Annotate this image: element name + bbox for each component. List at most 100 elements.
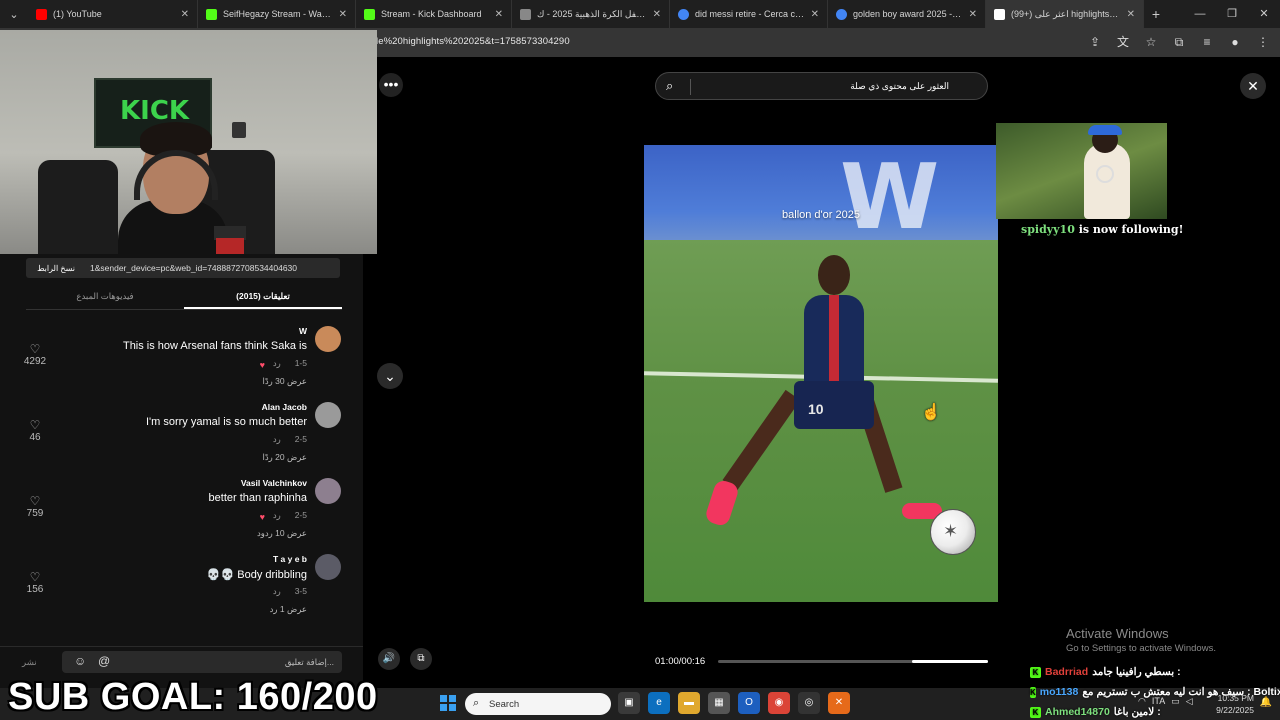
- tab-youtube[interactable]: (1) YouTube ✕: [28, 0, 198, 28]
- reply-button[interactable]: رد: [273, 434, 281, 445]
- comment-date: 3-5: [294, 586, 307, 596]
- close-player-button[interactable]: ✕: [1240, 73, 1266, 99]
- chrome-icon[interactable]: ◉: [768, 692, 790, 714]
- tab-kick-dashboard[interactable]: Stream - Kick Dashboard ✕: [356, 0, 512, 28]
- minimize-icon[interactable]: —: [1184, 0, 1216, 28]
- restore-icon[interactable]: ❐: [1216, 0, 1248, 28]
- close-icon[interactable]: ✕: [653, 9, 661, 20]
- picture-in-picture-icon[interactable]: ⧉: [410, 648, 432, 670]
- search-placeholder: العثور على محتوى ذي صلة: [850, 81, 949, 91]
- view-replies-button[interactable]: عرض 20 ردًا: [263, 452, 308, 463]
- avatar[interactable]: [315, 478, 341, 504]
- close-icon[interactable]: ✕: [339, 9, 347, 20]
- related-search-input[interactable]: ⌕ العثور على محتوى ذي صلة: [655, 72, 988, 100]
- emoji-icon[interactable]: ☺: [74, 654, 86, 668]
- reply-button[interactable]: رد: [273, 510, 281, 521]
- comment-username[interactable]: W: [299, 326, 307, 336]
- shorts-number: 10: [808, 401, 824, 417]
- browser-tab-strip: ⌄ (1) YouTube ✕ SeifHegazy Stream - Watc…: [0, 0, 1280, 28]
- tab-search-button[interactable]: ⌄: [0, 0, 28, 28]
- comment-item: W This is how Arsenal fans think Saka is…: [0, 326, 363, 402]
- url-field[interactable]: le%20highlights%202025&t=1758573304290: [376, 36, 570, 47]
- heart-icon[interactable]: ♡: [28, 418, 42, 432]
- media-icon[interactable]: ≡: [1198, 32, 1216, 52]
- close-icon[interactable]: ✕: [495, 9, 503, 20]
- tab-title: (99+) اعثر على highlights 2025': [1011, 8, 1121, 19]
- tab-golden-boy-search[interactable]: golden boy award 2025 - Cerca ✕: [828, 0, 986, 28]
- progress-bar[interactable]: [718, 660, 988, 663]
- comment-placeholder: إضافة تعليق...: [284, 657, 334, 667]
- comment-input[interactable]: ☺ @ إضافة تعليق...: [62, 651, 342, 673]
- share-link-row: نسخ الرابط 1&sender_device=pc&web_id=748…: [26, 258, 340, 278]
- avatar[interactable]: [315, 326, 341, 352]
- file-explorer-icon[interactable]: ▬: [678, 692, 700, 714]
- close-icon[interactable]: ✕: [1127, 9, 1135, 20]
- new-tab-button[interactable]: +: [1144, 6, 1168, 22]
- profile-avatar[interactable]: ●: [1226, 32, 1244, 52]
- view-replies-button[interactable]: عرض 30 ردًا: [263, 376, 308, 387]
- comment-text: I'm sorry yamal is so much better: [145, 416, 307, 428]
- install-icon[interactable]: ⇪: [1086, 32, 1104, 52]
- comments-panel: نسخ الرابط 1&sender_device=pc&web_id=748…: [0, 254, 363, 720]
- menu-icon[interactable]: ⋮: [1254, 32, 1272, 52]
- close-icon[interactable]: ✕: [181, 9, 189, 20]
- tab-title: did messi retire - Cerca con Go: [695, 9, 805, 19]
- close-window-icon[interactable]: ✕: [1248, 0, 1280, 28]
- chat-message: K Badrriad بسطي رافينيا جامد :: [1030, 662, 1280, 682]
- app-icon[interactable]: ✕: [828, 692, 850, 714]
- comment-username[interactable]: T a y e b: [273, 554, 307, 564]
- close-icon[interactable]: ✕: [811, 9, 819, 20]
- comment-username[interactable]: Alan Jacob: [262, 402, 307, 412]
- comment-meta: رد 1-5: [273, 358, 307, 369]
- like-count: 46: [29, 432, 41, 443]
- duration: 00:16: [681, 656, 706, 667]
- tab-messi-search[interactable]: did messi retire - Cerca con Go ✕: [670, 0, 828, 28]
- avatar[interactable]: [315, 402, 341, 428]
- comment-text: This is how Arsenal fans think Saka is: [122, 340, 307, 352]
- bookmark-star-icon[interactable]: ☆: [1142, 32, 1160, 52]
- post-button[interactable]: نشر: [22, 657, 37, 668]
- tab-kick-stream[interactable]: SeifHegazy Stream - Watch Live ✕: [198, 0, 356, 28]
- like-count: 156: [26, 584, 44, 595]
- video-frame[interactable]: W ballon d'or 2025 10 ✶: [644, 145, 998, 602]
- chat-username: mo1138: [1039, 686, 1079, 698]
- follower-alert-text: spidyy10 is now following!: [1021, 223, 1183, 236]
- follower-alert-clip: [996, 123, 1167, 219]
- heart-icon[interactable]: ♡: [28, 342, 42, 356]
- obs-icon[interactable]: ◎: [798, 692, 820, 714]
- more-options-button[interactable]: •••: [379, 73, 403, 97]
- tab-tiktok[interactable]: (99+) اعثر على highlights 2025' ✕: [986, 0, 1144, 28]
- heart-icon[interactable]: ♡: [28, 494, 42, 508]
- copy-link-button[interactable]: نسخ الرابط: [26, 264, 86, 273]
- avatar[interactable]: [315, 554, 341, 580]
- task-view-icon[interactable]: ▣: [618, 692, 640, 714]
- activate-windows-watermark: Activate Windows Go to Settings to activ…: [1066, 626, 1216, 654]
- translate-icon[interactable]: 文: [1114, 32, 1132, 52]
- follower-message: is now following!: [1074, 223, 1184, 236]
- reply-button[interactable]: رد: [273, 586, 281, 597]
- taskbar-search[interactable]: ⌕ Search: [465, 693, 611, 715]
- close-icon[interactable]: ✕: [969, 9, 977, 20]
- chat-username: Badrriad: [1045, 666, 1089, 678]
- extensions-icon[interactable]: ⧉: [1170, 32, 1188, 52]
- tab-ballon-dor-results[interactable]: نتائج حفل الكرة الذهبية 2025 - ك ✕: [512, 0, 670, 28]
- comment-username[interactable]: Vasil Valchinkov: [241, 478, 307, 488]
- sub-goal-overlay: SUB GOAL: 160/200: [8, 676, 378, 718]
- google-icon: [836, 8, 847, 20]
- comment-item: Alan Jacob I'm sorry yamal is so much be…: [0, 402, 363, 478]
- view-replies-button[interactable]: عرض 10 ردود: [257, 528, 307, 539]
- app-icon[interactable]: ▦: [708, 692, 730, 714]
- mention-icon[interactable]: @: [98, 654, 110, 668]
- kick-icon: [206, 8, 217, 20]
- start-icon[interactable]: [440, 695, 456, 711]
- view-replies-button[interactable]: عرض 1 رد: [270, 604, 307, 615]
- outlook-icon[interactable]: O: [738, 692, 760, 714]
- edge-icon[interactable]: e: [648, 692, 670, 714]
- tab-comments[interactable]: (2015) تعليقات: [184, 284, 342, 309]
- tab-creator-videos[interactable]: فيديوهات المبدع: [26, 284, 184, 309]
- comment-date: 2-5: [294, 510, 307, 520]
- heart-icon[interactable]: ♡: [28, 570, 42, 584]
- next-video-button[interactable]: ⌄: [377, 363, 403, 389]
- volume-icon[interactable]: 🔊: [378, 648, 400, 670]
- reply-button[interactable]: رد: [273, 358, 281, 369]
